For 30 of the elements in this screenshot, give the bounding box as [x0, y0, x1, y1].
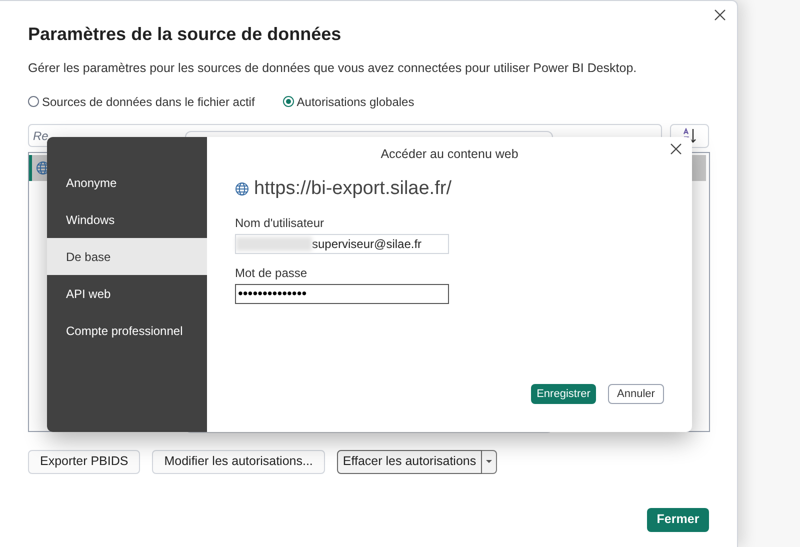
globe-icon	[235, 182, 249, 196]
close-dialog-button[interactable]: Fermer	[647, 508, 709, 532]
password-label: Mot de passe	[235, 264, 308, 282]
close-icon	[714, 9, 726, 21]
radio-button[interactable]	[28, 96, 39, 108]
dropdown-button[interactable]	[482, 450, 498, 474]
action-button[interactable]: Modifier les autorisations...	[152, 450, 325, 474]
cancel-button[interactable]: Annuler	[608, 384, 664, 404]
action-button[interactable]: Exporter PBIDS	[28, 450, 140, 474]
caret-icon	[486, 460, 492, 464]
password-field[interactable]: ••••••••••••••	[235, 284, 449, 304]
auth-type-item[interactable]: De base	[47, 238, 207, 275]
url-text: https://bi-export.silae.fr/	[254, 177, 452, 201]
radio-button[interactable]	[282, 96, 294, 108]
radio-label: Autorisations globales	[296, 94, 414, 111]
auth-type-item[interactable]: Compte professionnel	[47, 312, 207, 349]
close-icon	[670, 143, 682, 155]
radio-label: Sources de données dans le fichier actif	[42, 94, 255, 111]
auth-type-item[interactable]: Windows	[47, 201, 207, 238]
save-button[interactable]: Enregistrer	[531, 384, 596, 404]
globe-icon	[36, 160, 50, 175]
auth-type-item[interactable]: API web	[47, 275, 207, 312]
username-field[interactable]: superviseur@silae.fr	[235, 234, 449, 254]
username-label: Nom d'utilisateur	[235, 214, 325, 232]
auth-type-item[interactable]: Anonyme	[47, 164, 207, 201]
dialog-title: Accéder au contenu web	[380, 146, 520, 161]
clear-permissions-button[interactable]: Effacer les autorisations	[336, 450, 482, 474]
dialog-title: Paramètres de la source de données	[28, 23, 342, 46]
close-button[interactable]	[668, 141, 684, 157]
dialog-description: Gérer les paramètres pour les sources de données que vous avez connectées pour utiliser Power BI Desktop.	[28, 60, 638, 77]
